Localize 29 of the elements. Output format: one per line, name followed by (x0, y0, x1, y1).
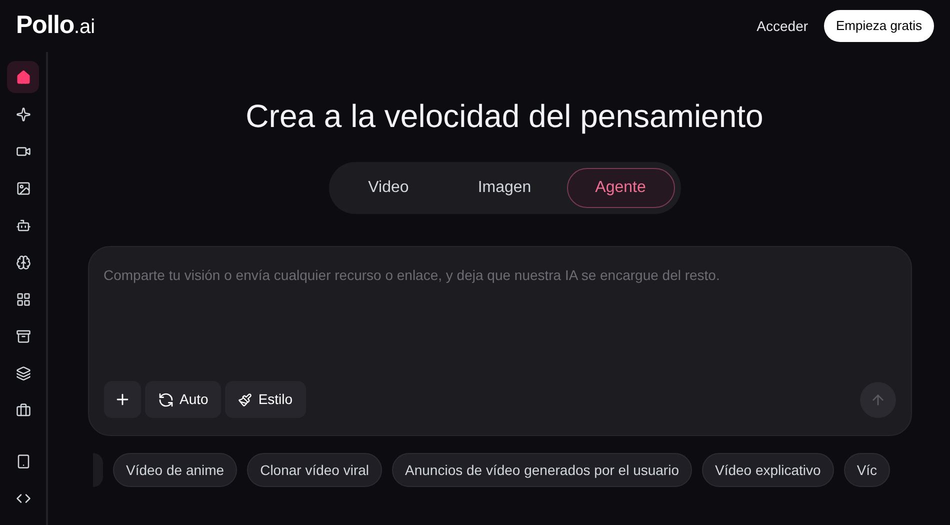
sidebar-item[interactable] (7, 61, 39, 93)
prompt-field[interactable]: Comparte tu visión o envía cualquier recurso o enlace, y deja que nuestra IA se encargue del resto. (104, 265, 896, 286)
logo[interactable]: Pollo.ai (16, 7, 96, 45)
brush-icon (238, 392, 252, 406)
signup-button[interactable]: Empieza gratis (824, 10, 934, 42)
suggestion-chip[interactable]: Víc (844, 453, 890, 487)
mode-tab[interactable]: Imagen (450, 168, 558, 208)
login-link[interactable]: Acceder (756, 16, 808, 36)
add-button[interactable] (104, 381, 140, 418)
archive-icon (16, 328, 30, 344)
robot-icon (16, 218, 30, 232)
mode-tab[interactable]: Agente (566, 168, 674, 208)
mode-tab[interactable]: Video (334, 168, 442, 208)
tablet-icon (16, 454, 30, 468)
refresh-icon (158, 392, 174, 408)
suggestion-chip[interactable]: Clonar vídeo viral (247, 453, 382, 487)
suggestion-chip[interactable]: Vídeo de anime (113, 453, 238, 487)
arrow-up-icon (870, 392, 886, 408)
style-button[interactable]: Estilo (225, 381, 306, 418)
page-title: Crea a la velocidad del pensamiento (246, 97, 764, 136)
auto-button[interactable]: Auto (144, 381, 222, 418)
home-icon (16, 70, 30, 84)
brain-icon (16, 254, 30, 270)
suggestion-chip[interactable]: Vídeo explicativo (702, 453, 834, 487)
briefcase-icon (16, 402, 30, 418)
suggestion-chip[interactable]: Anuncios de vídeo generados por el usuario (392, 453, 692, 487)
image-icon (16, 180, 30, 196)
sparkle-icon (16, 106, 30, 122)
grid-icon (16, 292, 30, 306)
